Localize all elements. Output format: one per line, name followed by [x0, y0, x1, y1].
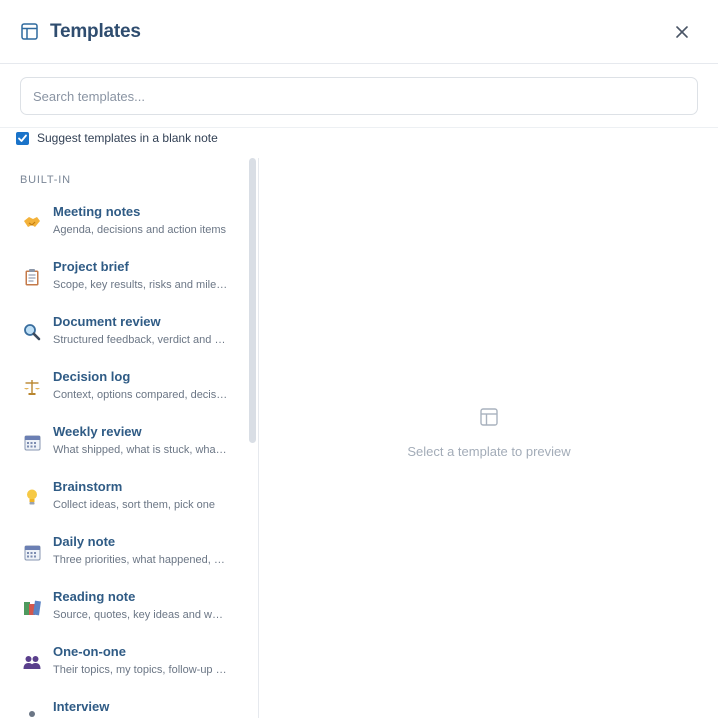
people-icon [22, 652, 42, 672]
template-desc: Three priorities, what happened, notes [53, 554, 228, 566]
template-desc: Source, quotes, key ideas and what to do [53, 609, 228, 621]
template-item-project-brief[interactable]: Project brief Scope, key results, risks … [0, 253, 245, 308]
template-desc: What shipped, what is stuck, what is nex… [53, 444, 228, 456]
template-layout-icon [21, 23, 38, 40]
template-item-weekly-review[interactable]: Weekly review What shipped, what is stuc… [0, 418, 245, 473]
preview-empty-state: Select a template to preview [260, 408, 718, 459]
suggest-templates-checkbox[interactable] [16, 131, 29, 145]
scrollbar[interactable] [249, 158, 256, 443]
template-name: Weekly review [53, 424, 142, 439]
template-name: Decision log [53, 369, 131, 384]
person-icon [22, 707, 42, 718]
handshake-icon [22, 212, 42, 232]
divider [0, 127, 718, 128]
template-desc: Agenda, decisions and action items [53, 224, 227, 236]
template-name: Brainstorm [53, 479, 123, 494]
calendar-icon [22, 542, 42, 562]
template-name: Meeting notes [53, 204, 141, 219]
template-item-one-on-one[interactable]: One-on-one Their topics, my topics, foll… [0, 638, 245, 693]
dialog-title: Templates [50, 21, 141, 42]
preview-empty-text: Select a template to preview [407, 444, 571, 459]
template-desc: Structured feedback, verdict and follow-… [53, 334, 228, 346]
template-name: One-on-one [53, 644, 126, 659]
template-item-reading-note[interactable]: Reading note Source, quotes, key ideas a… [0, 583, 245, 638]
template-list: BUILT-IN Meeting notes Agenda, decisions… [0, 158, 259, 718]
search-field [20, 77, 698, 115]
template-name: Interview [53, 699, 110, 714]
lightbulb-icon [22, 487, 42, 507]
template-name: Document review [53, 314, 161, 329]
template-item-daily-note[interactable]: Daily note Three priorities, what happen… [0, 528, 245, 583]
template-name: Project brief [53, 259, 129, 274]
search-input[interactable] [20, 77, 698, 115]
template-item-interview[interactable]: Interview [0, 693, 245, 718]
close-icon[interactable] [672, 22, 692, 42]
template-desc: Their topics, my topics, follow-up items [53, 664, 228, 676]
scales-icon [22, 377, 42, 397]
template-item-document-review[interactable]: Document review Structured feedback, ver… [0, 308, 245, 363]
template-desc: Collect ideas, sort them, pick one [53, 499, 216, 511]
suggest-templates-label: Suggest templates in a blank note [37, 131, 218, 145]
magnifier-icon [22, 322, 42, 342]
template-name: Daily note [53, 534, 116, 549]
clipboard-icon [22, 267, 42, 287]
dialog-header: Templates [0, 0, 718, 64]
template-item-brainstorm[interactable]: Brainstorm Collect ideas, sort them, pic… [0, 473, 245, 528]
template-desc: Scope, key results, risks and milestones [53, 279, 228, 291]
template-layout-icon [480, 408, 498, 426]
section-label-built-in: BUILT-IN [20, 174, 71, 186]
calendar-icon [22, 432, 42, 452]
template-desc: Context, options compared, decision and … [53, 389, 228, 401]
books-icon [22, 597, 42, 617]
template-item-decision-log[interactable]: Decision log Context, options compared, … [0, 363, 245, 418]
template-name: Reading note [53, 589, 136, 604]
suggest-templates-row[interactable]: Suggest templates in a blank note [16, 130, 218, 146]
template-item-meeting-notes[interactable]: Meeting notes Agenda, decisions and acti… [0, 198, 245, 253]
